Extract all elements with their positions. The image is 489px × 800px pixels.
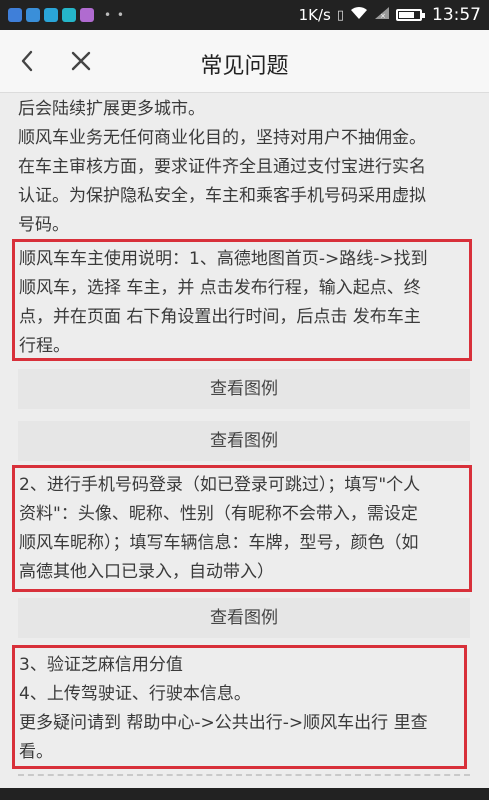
network-speed: 1K/s <box>298 6 331 24</box>
faq-content[interactable]: 后会陆续扩展更多城市。 顺风车业务无任何商业化目的，坚持对用户不抽佣金。 在车主… <box>0 93 489 800</box>
page-title: 常见问题 <box>200 54 289 79</box>
app-notification-icon <box>44 8 58 22</box>
divider <box>18 774 470 776</box>
clock: 13:57 <box>432 5 481 25</box>
navigation-bar <box>0 788 489 800</box>
app-notification-icon <box>62 8 76 22</box>
view-example-button-2[interactable]: 查看图例 <box>18 421 470 461</box>
app-notification-icon <box>80 8 94 22</box>
step2-highlight-box: 2、进行手机号码登录（如已登录可跳过）；填写"个人 资料"：头像、昵称、性别（有… <box>12 465 472 592</box>
notification-icons: • • <box>8 8 125 22</box>
navigation-header: 常见问题 <box>0 30 489 93</box>
view-example-button-1[interactable]: 查看图例 <box>18 369 470 409</box>
vibrate-icon: ▯ <box>336 7 344 23</box>
step3-highlight-box: 3、验证芝麻信用分值 4、上传驾驶证、行驶本信息。 更多疑问请到 帮助中心->公… <box>12 645 467 769</box>
step1-highlight-box: 顺风车车主使用说明：1、高德地图首页->路线->找到 顺风车，选择 车主，并 点… <box>12 239 472 361</box>
status-bar: • • 1K/s ▯ × 13:57 <box>0 0 489 30</box>
view-example-button-3[interactable]: 查看图例 <box>18 598 470 638</box>
svg-text:×: × <box>380 12 386 20</box>
app-notification-icon <box>26 8 40 22</box>
app-notification-icon <box>8 8 22 22</box>
wifi-icon <box>350 6 368 24</box>
intro-paragraph: 后会陆续扩展更多城市。 顺风车业务无任何商业化目的，坚持对用户不抽佣金。 在车主… <box>18 99 426 235</box>
signal-icon: × <box>374 6 390 24</box>
battery-icon <box>396 9 425 21</box>
more-notifications-dots: • • <box>104 8 125 22</box>
